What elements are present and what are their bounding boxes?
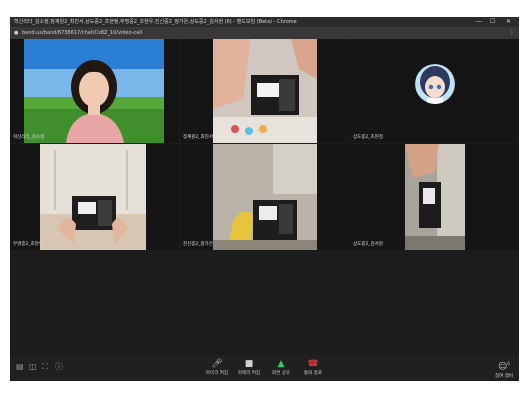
end-call-button[interactable]: ☎ 통화 종료 (299, 359, 327, 376)
people-icon: ☺6 (498, 361, 510, 372)
fullscreen-icon[interactable]: ⛶ (42, 363, 48, 371)
participant-name: 무명중2_조현우 (13, 242, 43, 247)
participant-video (213, 39, 317, 143)
video-tile[interactable]: 상도중2_조현정 (350, 39, 519, 143)
participant-name: 상도중2_김서현 (353, 242, 383, 247)
microphone-icon: 🎤︎ (211, 359, 223, 369)
close-button[interactable]: ✕ (506, 17, 511, 27)
lock-icon: ● (14, 30, 19, 36)
address-bar[interactable]: ● band.us/band/8738617/chat/CsBZ_10/vide… (10, 27, 519, 39)
video-tile[interactable]: 상도중2_김서현 (350, 144, 519, 250)
participant-video (213, 144, 317, 250)
hang-up-icon: ☎ (307, 359, 319, 369)
video-tile[interactable]: 진신중2_정가은 (180, 144, 349, 250)
participant-video (405, 144, 465, 250)
mic-button[interactable]: 🎤︎ 마이크 켜짐 (203, 359, 231, 376)
call-toolbar: ▤ ◫ ⛶ ⓘ 🎤︎ 마이크 켜짐 ■ 카메라 켜짐 ▲ 화면 공유 ☎ 통화 … (10, 355, 519, 381)
participant-name: 정계원2_최진서 (183, 135, 213, 140)
end-call-label: 통화 종료 (304, 371, 322, 376)
participant-name: 진신중2_정가은 (183, 242, 213, 247)
participant-name: 상도중2_조현정 (353, 135, 383, 140)
video-tile[interactable]: 혁신리더_김소정 (10, 39, 179, 143)
screen-share-icon: ▲ (277, 359, 285, 369)
menu-icon[interactable]: ⋮ (509, 27, 515, 39)
mic-label: 마이크 켜짐 (205, 371, 229, 376)
minimize-button[interactable]: — (476, 17, 482, 27)
url-text[interactable]: band.us/band/8738617/chat/CsBZ_10/video-… (22, 27, 142, 39)
participants-label: 참여 멤버 (495, 374, 513, 379)
participant-name: 혁신리더_김소정 (13, 135, 45, 140)
camera-label: 카메라 켜짐 (237, 371, 261, 376)
video-tile[interactable]: 무명중2_조현우 (10, 144, 179, 250)
maximize-button[interactable]: ☐ (490, 17, 495, 27)
info-icon[interactable]: ⓘ (55, 363, 63, 371)
title-bar: 혁신리더_김소정,정계원2_최진서,상도중2_조현정,무명중2_조현우,진신중2… (10, 17, 519, 27)
participant-video (24, 39, 164, 143)
video-camera-icon: ■ (244, 359, 254, 369)
window-title: 혁신리더_김소정,정계원2_최진서,상도중2_조현정,무명중2_조현우,진신중2… (14, 19, 297, 25)
screen-share-button[interactable]: ▲ 화면 공유 (267, 359, 295, 376)
participant-count: 6 (507, 361, 510, 366)
participant-avatar (415, 64, 455, 104)
layout-icon[interactable]: ◫ (29, 363, 37, 371)
browser-window: 혁신리더_김소정,정계원2_최진서,상도중2_조현정,무명중2_조현우,진신중2… (10, 17, 519, 381)
video-tile[interactable]: 정계원2_최진서 (180, 39, 349, 143)
participants-button[interactable]: ☺6 참여 멤버 (492, 359, 516, 379)
participant-video (40, 144, 146, 250)
camera-button[interactable]: ■ 카메라 켜짐 (235, 359, 263, 376)
chat-icon[interactable]: ▤ (16, 363, 24, 371)
screen-share-label: 화면 공유 (272, 371, 290, 376)
